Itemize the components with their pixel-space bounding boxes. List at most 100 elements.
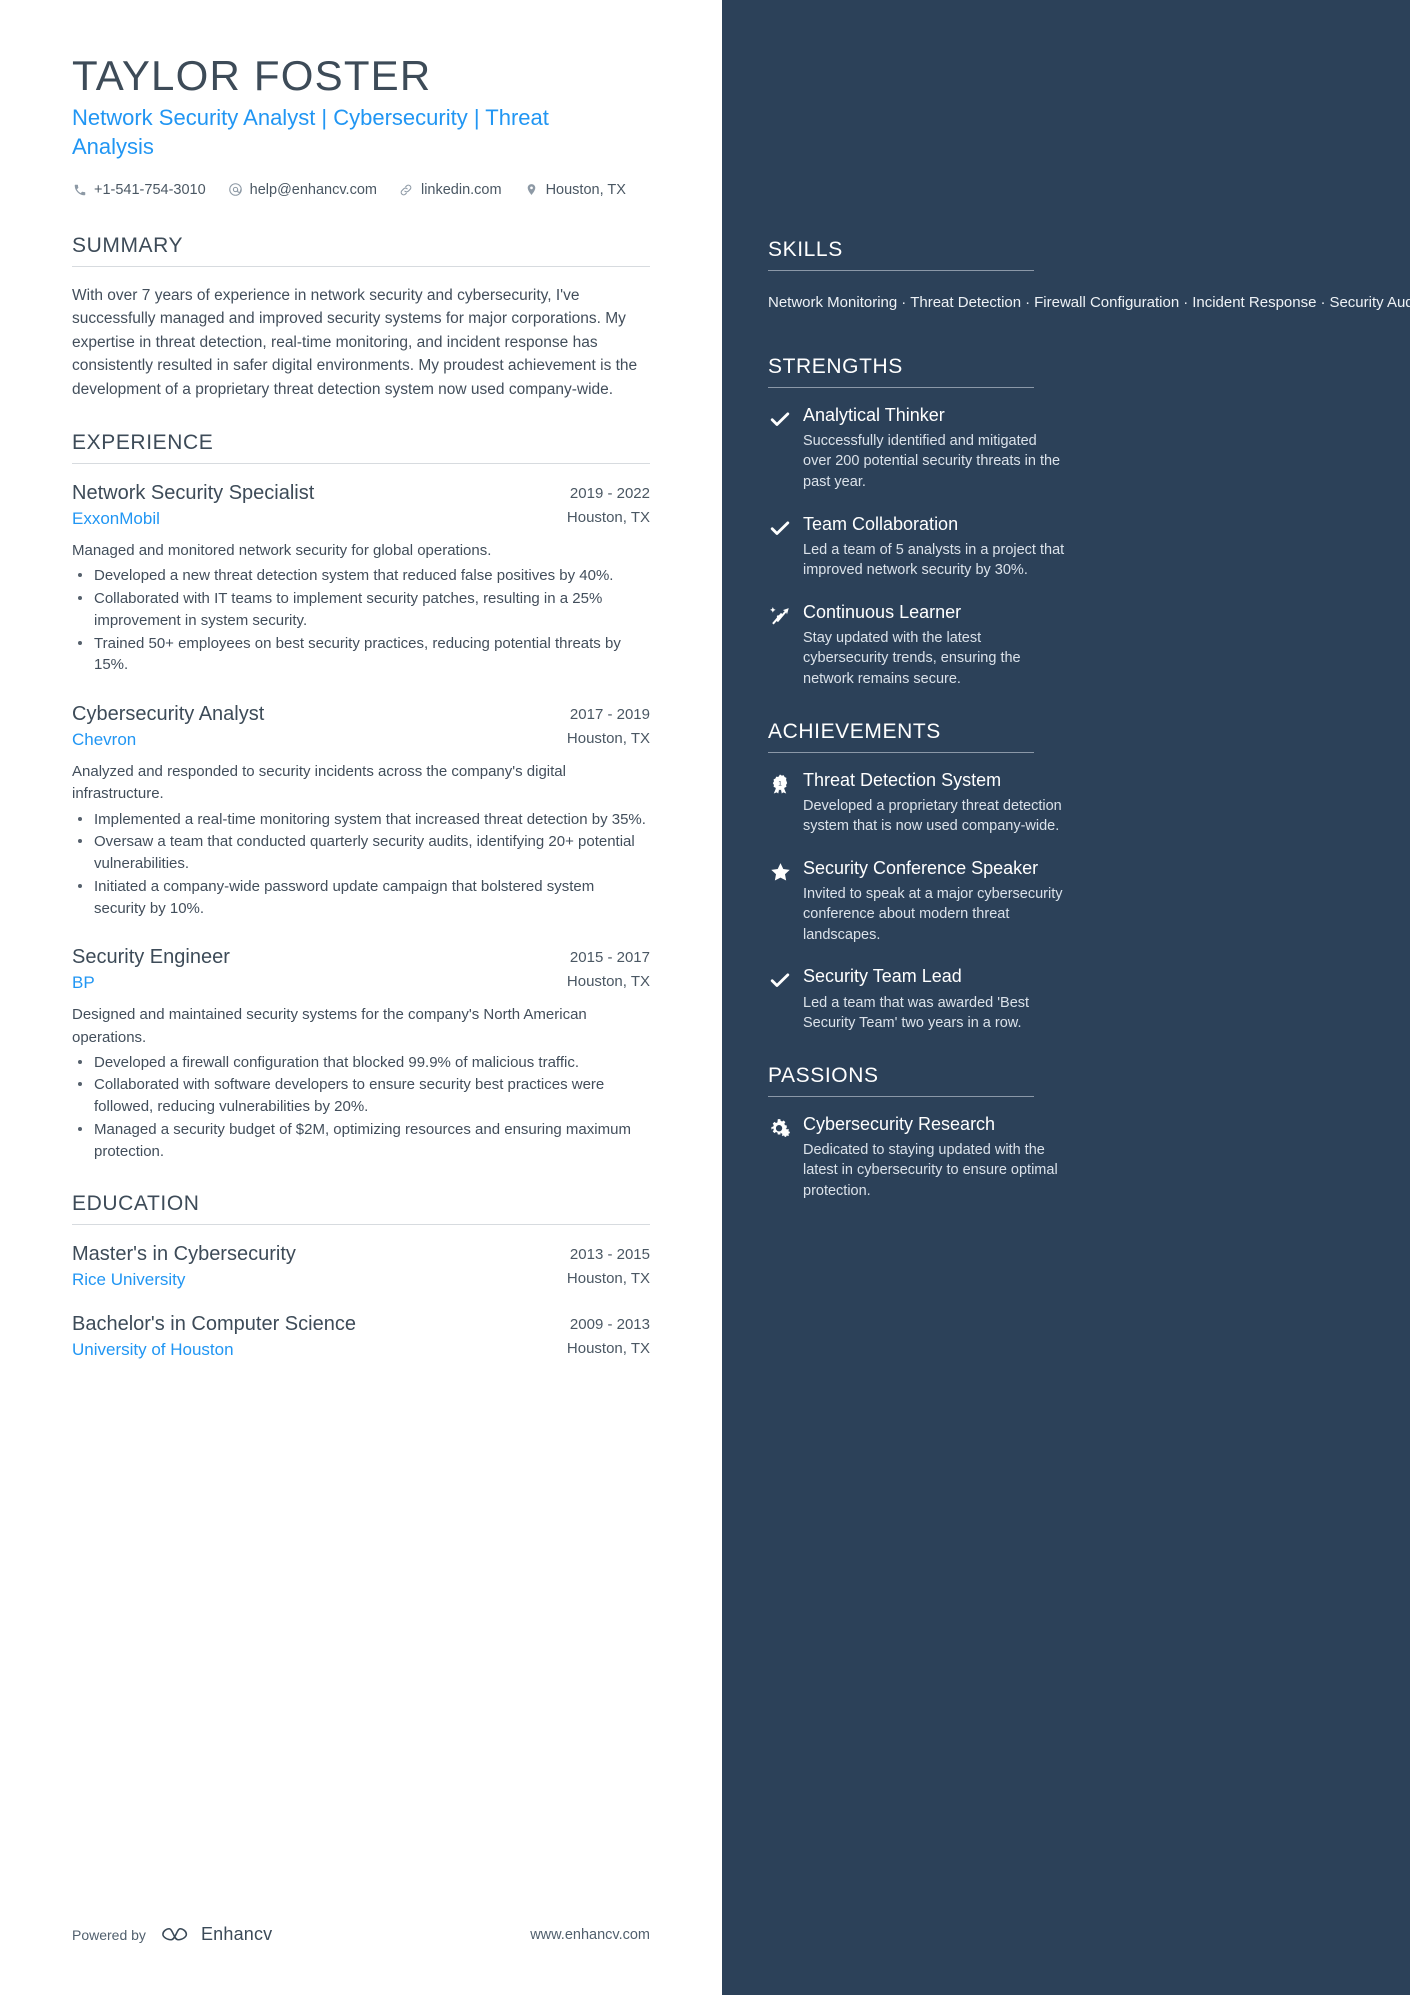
divider <box>768 1095 1034 1097</box>
footer-brand-group: Powered by Enhancv <box>72 1924 272 1945</box>
brand-name: Enhancv <box>200 1924 273 1944</box>
job-bullet: Trained 50+ employees on best security p… <box>72 633 650 677</box>
job-title: Security Engineer <box>72 946 230 969</box>
strength-item: Team Collaboration Led a team of 5 analys… <box>768 513 1068 581</box>
company-name[interactable]: Chevron <box>72 730 136 750</box>
skills-section-title: SKILLS <box>768 238 843 261</box>
strength-item-body: Analytical Thinker Successfully identifie… <box>803 404 1068 493</box>
education-entry-header: Master's in Cybersecurity 2013 - 2015 <box>72 1242 650 1267</box>
degree-title: Master's in Cybersecurity <box>72 1243 296 1266</box>
education-location: Houston, TX <box>566 1340 650 1358</box>
job-description: Designed and maintained security systems… <box>72 1006 587 1046</box>
rising-arrow-sparkle-icon <box>768 601 792 690</box>
experience-entry-subheader: ExxonMobil Houston, TX <box>72 509 650 529</box>
education-date-range: 2013 - 2015 <box>569 1246 650 1264</box>
education-list: Master's in Cybersecurity 2013 - 2015 Rice… <box>72 1242 650 1360</box>
company-name[interactable]: BP <box>72 973 95 993</box>
skill-item: Threat Detection <box>910 294 1022 311</box>
achievement-item-description: Led a team that was awarded 'Best Securi… <box>803 994 1030 1032</box>
job-title: Network Security Specialist <box>72 482 315 505</box>
contact-location: Houston, TX <box>524 182 626 198</box>
experience-section-title: EXPERIENCE <box>72 431 214 455</box>
education-entry-subheader: University of Houston Houston, TX <box>72 1340 650 1360</box>
education-entry: Master's in Cybersecurity 2013 - 2015 Rice… <box>72 1242 650 1290</box>
education-entry: Bachelor's in Computer Science 2009 - 201… <box>72 1312 650 1360</box>
contact-list: +1-541-754-3010 help@enhancv.com linkedi… <box>72 182 650 198</box>
contact-linkedin[interactable]: linkedin.com <box>399 182 502 198</box>
divider <box>768 270 1034 271</box>
achievements-section-title: ACHIEVEMENTS <box>768 719 941 743</box>
passion-item-title: Cybersecurity Research <box>803 1113 996 1134</box>
svg-text:1: 1 <box>778 780 782 787</box>
skill-item: Security Audits <box>1329 294 1410 311</box>
achievement-item-description: Developed a proprietary threat detection… <box>803 797 1062 835</box>
job-bullet: Managed a security budget of $2M, optimi… <box>72 1119 650 1163</box>
company-name[interactable]: ExxonMobil <box>72 509 160 529</box>
achievement-item-title: Security Conference Speaker <box>803 857 1039 878</box>
resume-page: TAYLOR FOSTER Network Security Analyst |… <box>0 0 1410 1995</box>
skill-separator: · <box>901 294 907 311</box>
achievement-item-description: Invited to speak at a major cybersecurit… <box>803 885 1063 943</box>
school-name[interactable]: Rice University <box>72 1270 185 1290</box>
contact-email[interactable]: help@enhancv.com <box>228 182 377 198</box>
phone-icon <box>72 182 87 197</box>
experience-entry: Network Security Specialist 2019 - 2022 Ex… <box>72 481 650 676</box>
summary-section-title: SUMMARY <box>72 233 184 257</box>
email-icon <box>228 182 243 197</box>
section-experience: EXPERIENCE Network Security Specialist 20… <box>72 431 650 1162</box>
divider <box>72 265 650 267</box>
strength-item-description: Stay updated with the latest cybersecuri… <box>803 629 1021 687</box>
skill-separator: · <box>1025 294 1031 311</box>
experience-entry-header: Cybersecurity Analyst 2017 - 2019 <box>72 702 650 727</box>
experience-entry-header: Security Engineer 2015 - 2017 <box>72 945 650 970</box>
skill-item: Incident Response <box>1192 294 1317 311</box>
job-bullet: Initiated a company-wide password update… <box>72 876 650 920</box>
experience-entry-subheader: Chevron Houston, TX <box>72 730 650 750</box>
powered-by-label: Powered by <box>72 1926 146 1943</box>
strength-item-title: Continuous Learner <box>803 601 962 622</box>
location-pin-icon <box>524 182 539 197</box>
achievement-item-title: Threat Detection System <box>803 769 1002 790</box>
job-bullet-list: Developed a firewall configuration that … <box>72 1052 650 1163</box>
education-entry-header: Bachelor's in Computer Science 2009 - 201… <box>72 1312 650 1337</box>
strength-item: Continuous Learner Stay updated with the … <box>768 601 1068 690</box>
job-bullet: Developed a new threat detection system … <box>72 565 650 587</box>
achievement-item: 1 Threat Detection System Developed a prop… <box>768 769 1068 837</box>
achievement-item-title: Security Team Lead <box>803 966 962 987</box>
resume-header: TAYLOR FOSTER Network Security Analyst |… <box>72 52 650 198</box>
achievements-list: 1 Threat Detection System Developed a prop… <box>768 769 1352 1034</box>
job-date-range: 2019 - 2022 <box>569 485 650 503</box>
resume-sidebar: SKILLS Network Monitoring · Threat Detecti… <box>722 0 1410 1995</box>
strength-item-title: Analytical Thinker <box>803 404 945 425</box>
check-icon <box>768 513 792 581</box>
contact-location-value: Houston, TX <box>545 181 626 198</box>
experience-list: Network Security Specialist 2019 - 2022 Ex… <box>72 481 650 1162</box>
check-icon <box>768 965 792 1033</box>
education-date-range: 2009 - 2013 <box>569 1316 650 1334</box>
job-location: Houston, TX <box>566 973 650 991</box>
strength-item-description: Led a team of 5 analysts in a project th… <box>803 541 1065 579</box>
strengths-list: Analytical Thinker Successfully identifie… <box>768 404 1352 690</box>
contact-email-value: help@enhancv.com <box>249 181 377 198</box>
check-icon <box>768 404 792 493</box>
job-location: Houston, TX <box>566 730 650 748</box>
school-name[interactable]: University of Houston <box>72 1340 234 1360</box>
footer-url[interactable]: www.enhancv.com <box>530 1927 650 1943</box>
strength-item-body: Team Collaboration Led a team of 5 analys… <box>803 513 1068 581</box>
job-description: Managed and monitored network security f… <box>72 542 492 560</box>
job-bullet-list: Implemented a real-time monitoring syste… <box>72 809 650 920</box>
job-bullet: Collaborated with IT teams to implement … <box>72 588 650 632</box>
passion-item-body: Cybersecurity Research Dedicated to stayi… <box>803 1113 1068 1202</box>
passions-section-title: PASSIONS <box>768 1063 879 1087</box>
experience-entry-subheader: BP Houston, TX <box>72 973 650 993</box>
contact-phone[interactable]: +1-541-754-3010 <box>72 182 206 198</box>
star-icon <box>768 857 792 946</box>
strength-item-body: Continuous Learner Stay updated with the … <box>803 601 1068 690</box>
sidebar-section-strengths: STRENGTHS Analytical Thinker Successfully… <box>768 355 1352 690</box>
skill-separator: · <box>1320 294 1326 311</box>
achievement-item: Security Team Lead Led a team that was aw… <box>768 965 1068 1033</box>
achievement-item-body: Security Conference Speaker Invited to sp… <box>803 857 1068 946</box>
infinity-logo-icon <box>162 1927 188 1941</box>
education-section-title: EDUCATION <box>72 1192 200 1216</box>
job-date-range: 2017 - 2019 <box>569 706 650 724</box>
